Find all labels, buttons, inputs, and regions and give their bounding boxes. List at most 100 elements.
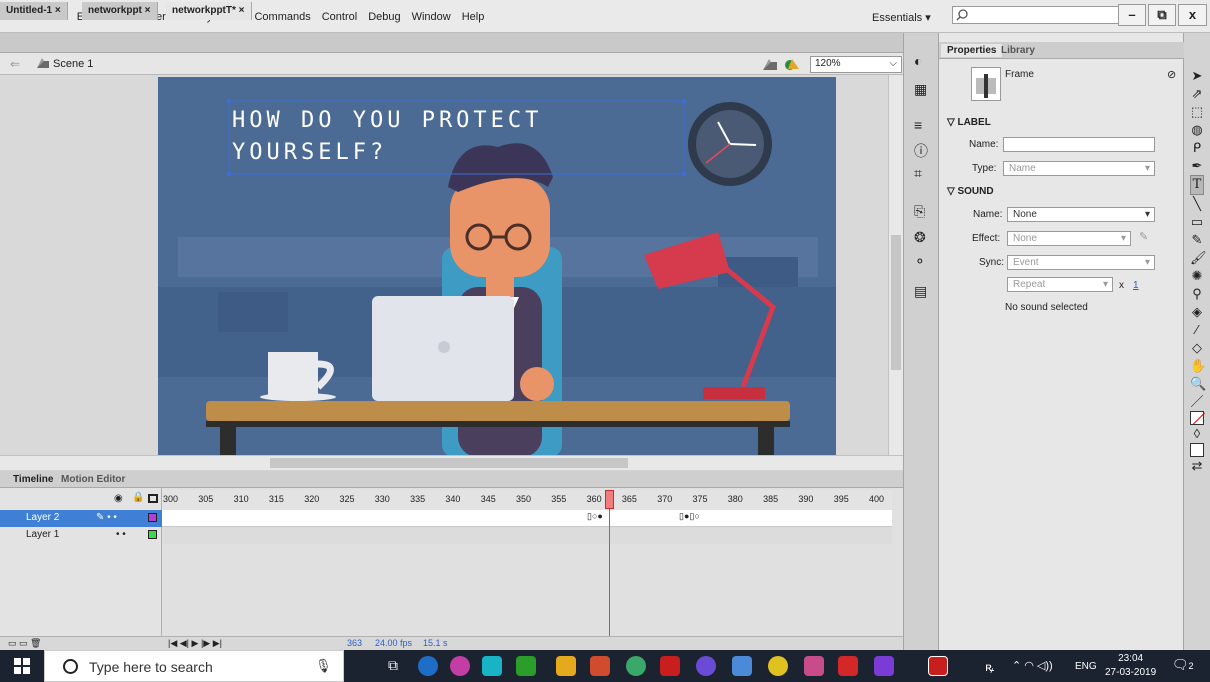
playhead-handle[interactable] — [605, 490, 614, 509]
windows-start-icon[interactable] — [14, 658, 30, 674]
back-arrow-icon[interactable]: ⇐ — [10, 57, 20, 71]
headline-text-box[interactable]: HOW DO YOU PROTECT YOURSELF? — [232, 105, 542, 169]
color-panel-icon[interactable]: ◐ — [914, 53, 922, 69]
lasso-tool-icon[interactable]: ᑭ — [1190, 139, 1204, 157]
lock-icon[interactable]: 🔒 — [132, 492, 144, 503]
workspace-switcher[interactable]: Essentials ▾ — [872, 11, 931, 24]
text-tool-icon[interactable]: T — [1190, 175, 1204, 195]
tab-networkppt[interactable]: networkppt × — [82, 2, 158, 20]
stage-horizontal-scrollbar[interactable] — [0, 455, 903, 470]
eyedropper-tool-icon[interactable]: ⁄ — [1190, 321, 1204, 339]
edge-icon[interactable] — [418, 656, 438, 676]
flash-active-icon[interactable] — [928, 656, 948, 676]
bone-tool-icon[interactable]: ⚲ — [1190, 285, 1204, 303]
brush-tool-icon[interactable]: 🖌 — [1190, 249, 1207, 267]
eraser-tool-icon[interactable]: ◇ — [1190, 339, 1204, 357]
microphone-icon[interactable]: 🎙 — [315, 658, 332, 674]
layer-color-swatch[interactable] — [148, 513, 157, 522]
chrome-icon[interactable] — [768, 656, 788, 676]
paint-bucket-tool-icon[interactable]: ◈ — [1190, 303, 1204, 321]
minimize-button[interactable]: – — [1118, 4, 1146, 26]
acrobat-icon[interactable] — [838, 656, 858, 676]
tab-motion-editor[interactable]: Motion Editor — [61, 474, 125, 485]
label-section-header[interactable]: ▽ LABEL — [947, 117, 991, 128]
people-icon[interactable]: ꝶ — [985, 658, 994, 675]
task-view-icon[interactable]: ⧉ — [388, 657, 398, 674]
swap-colors-icon[interactable]: ⇄ — [1190, 457, 1204, 475]
frame-label-name-input[interactable] — [1003, 137, 1155, 152]
app-leaf-icon[interactable] — [626, 656, 646, 676]
app-blue-icon[interactable] — [732, 656, 752, 676]
hand-tool-icon[interactable]: ✋ — [1190, 357, 1206, 375]
subselection-tool-icon[interactable]: ⇗ — [1190, 85, 1204, 103]
fill-swatch[interactable] — [1190, 443, 1204, 457]
app-teal-icon[interactable] — [482, 656, 502, 676]
align-panel-icon[interactable]: ≡ — [914, 117, 922, 133]
menu-debug[interactable]: Debug — [368, 11, 400, 23]
components-icon[interactable]: ❂ — [914, 229, 926, 246]
selection-tool-icon[interactable]: ➤ — [1190, 67, 1204, 85]
tray-icons[interactable]: ⌃ ◠ ◁)) — [1012, 659, 1053, 672]
help-icon[interactable]: ⊘ — [1167, 68, 1176, 81]
system-clock[interactable]: 23:04 27-03-2019 — [1105, 652, 1156, 680]
tab-untitled-1[interactable]: Untitled-1 × — [0, 2, 68, 20]
tab-timeline[interactable]: Timeline — [13, 474, 53, 485]
stroke-swatch[interactable] — [1190, 411, 1206, 425]
current-frame[interactable]: 363 — [347, 638, 362, 648]
swatches-panel-icon[interactable]: ▦ — [914, 81, 927, 98]
sound-section-header[interactable]: ▽ SOUND — [947, 186, 994, 197]
pen-tool-icon[interactable]: ✒ — [1190, 157, 1204, 175]
deco-tool-icon[interactable]: ✺ — [1190, 267, 1204, 285]
effect-select[interactable]: None ▾ — [1007, 231, 1131, 246]
3d-rotation-tool-icon[interactable]: ◍ — [1190, 121, 1204, 139]
language-indicator[interactable]: ENG — [1075, 661, 1097, 672]
scene-label[interactable]: Scene 1 — [53, 58, 93, 70]
fill-color-icon[interactable]: ◊ — [1190, 425, 1204, 443]
zoom-select[interactable]: 120% ⌵ — [810, 56, 902, 73]
playback-controls[interactable]: |◀ ◀| ▶ |▶ ▶| — [168, 638, 222, 649]
menu-help[interactable]: Help — [462, 11, 485, 23]
flash-icon[interactable] — [660, 656, 680, 676]
notification-icon[interactable]: 🗨2 — [1172, 657, 1194, 673]
code-snippets-icon[interactable]: ⎘ — [914, 203, 925, 220]
app-magenta-icon[interactable] — [804, 656, 824, 676]
stroke-color-icon[interactable]: ／ — [1190, 393, 1204, 411]
restore-button[interactable]: ⧉ — [1148, 4, 1176, 26]
history-icon[interactable]: ▤ — [914, 283, 927, 300]
close-button[interactable]: x — [1178, 4, 1207, 26]
frame-rate[interactable]: 24.00 fps — [375, 638, 412, 648]
tab-networkpptT[interactable]: networkpptT* × — [166, 2, 252, 20]
scroll-thumb[interactable] — [270, 458, 628, 468]
repeat-count[interactable]: 1 — [1133, 280, 1139, 291]
outline-icon[interactable] — [148, 494, 158, 503]
layer-color-swatch[interactable] — [148, 530, 157, 539]
rectangle-tool-icon[interactable]: ▭ — [1190, 213, 1204, 231]
frame-grid[interactable] — [162, 510, 892, 544]
new-layer-icon[interactable]: ▭ ▭ 🗑 — [8, 638, 41, 649]
pencil-tool-icon[interactable]: ✎ — [1190, 231, 1204, 249]
edit-envelope-icon[interactable]: ✎ — [1139, 230, 1148, 243]
taskbar-search-input[interactable]: Type here to search 🎙 — [44, 650, 344, 682]
sound-name-select[interactable]: None ▾ — [1007, 207, 1155, 222]
repeat-select[interactable]: Repeat ▾ — [1007, 277, 1113, 292]
layer-row-layer-1[interactable]: Layer 1 • • — [0, 527, 162, 544]
stage-vertical-scrollbar[interactable] — [888, 75, 903, 455]
free-transform-tool-icon[interactable]: ⬚ — [1190, 103, 1204, 121]
transform-panel-icon[interactable]: ⌗ — [914, 165, 922, 182]
help-search-input[interactable] — [952, 6, 1128, 24]
edit-symbols-icon[interactable] — [784, 57, 800, 71]
scroll-thumb[interactable] — [891, 235, 901, 370]
menu-control[interactable]: Control — [322, 11, 357, 23]
zoom-tool-icon[interactable]: 🔍 — [1190, 375, 1206, 393]
edit-scene-icon[interactable] — [762, 57, 778, 71]
tab-library[interactable]: Library — [995, 44, 1041, 57]
layer-row-layer-2[interactable]: Layer 2 ✎ • • — [0, 510, 162, 527]
file-explorer-icon[interactable] — [556, 656, 576, 676]
sync-select[interactable]: Event ▾ — [1007, 255, 1155, 270]
keyframe-marker[interactable]: ▯●▯○ — [679, 511, 700, 522]
app-purple-icon[interactable] — [696, 656, 716, 676]
app-green-icon[interactable] — [516, 656, 536, 676]
keyframe-marker[interactable]: ▯○● — [587, 511, 603, 522]
media-player-icon[interactable] — [874, 656, 894, 676]
eye-icon[interactable]: ◉ — [114, 493, 123, 504]
